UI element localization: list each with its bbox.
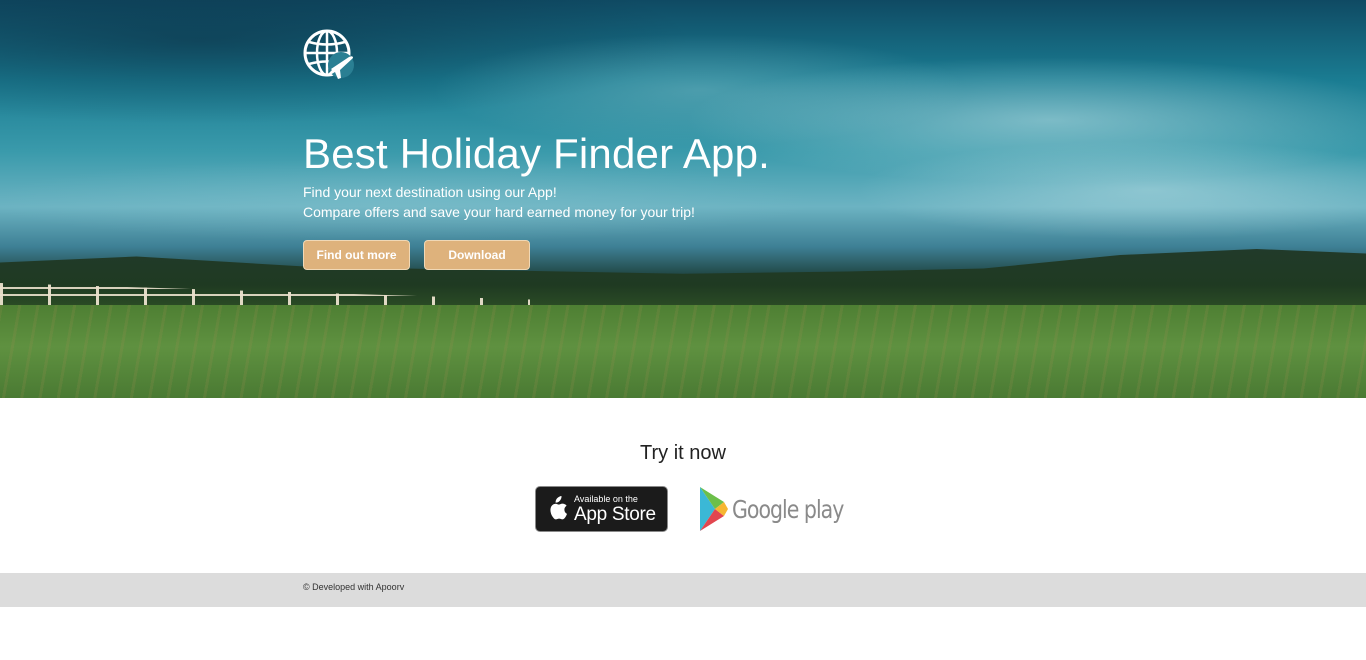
hero-title: Best Holiday Finder App. [303,130,771,177]
try-it-now-section: Try it now Available on the App Store Go… [0,398,1366,573]
find-out-more-button[interactable]: Find out more [303,240,410,270]
app-store-small-text: Available on the [574,493,638,504]
hero-subtitle-line2: Compare offers and save your hard earned… [303,204,695,220]
hero-content: Best Holiday Finder App. Find your next … [303,29,1063,270]
google-play-text: Google play [732,494,844,524]
app-store-big-text: App Store [574,503,656,525]
store-badges: Available on the App Store Google play [535,485,868,533]
try-it-now-heading: Try it now [640,442,726,464]
hero-subtitle: Find your next destination using our App… [303,182,695,222]
hero-buttons: Find out more Download [303,240,530,270]
footer-credit: © Developed with Apoorv [303,582,405,592]
hero-section: Best Holiday Finder App. Find your next … [0,0,1366,398]
download-button[interactable]: Download [424,240,530,270]
app-store-text: Available on the App Store [574,494,656,525]
footer: © Developed with Apoorv [0,573,1366,607]
app-store-badge[interactable]: Available on the App Store [535,486,668,532]
play-triangle-icon [700,487,728,531]
google-play-badge[interactable]: Google play [698,485,868,533]
globe-plane-icon [303,29,354,79]
grass-field-background [0,305,1366,398]
apple-icon [550,496,567,520]
hero-subtitle-line1: Find your next destination using our App… [303,184,557,200]
